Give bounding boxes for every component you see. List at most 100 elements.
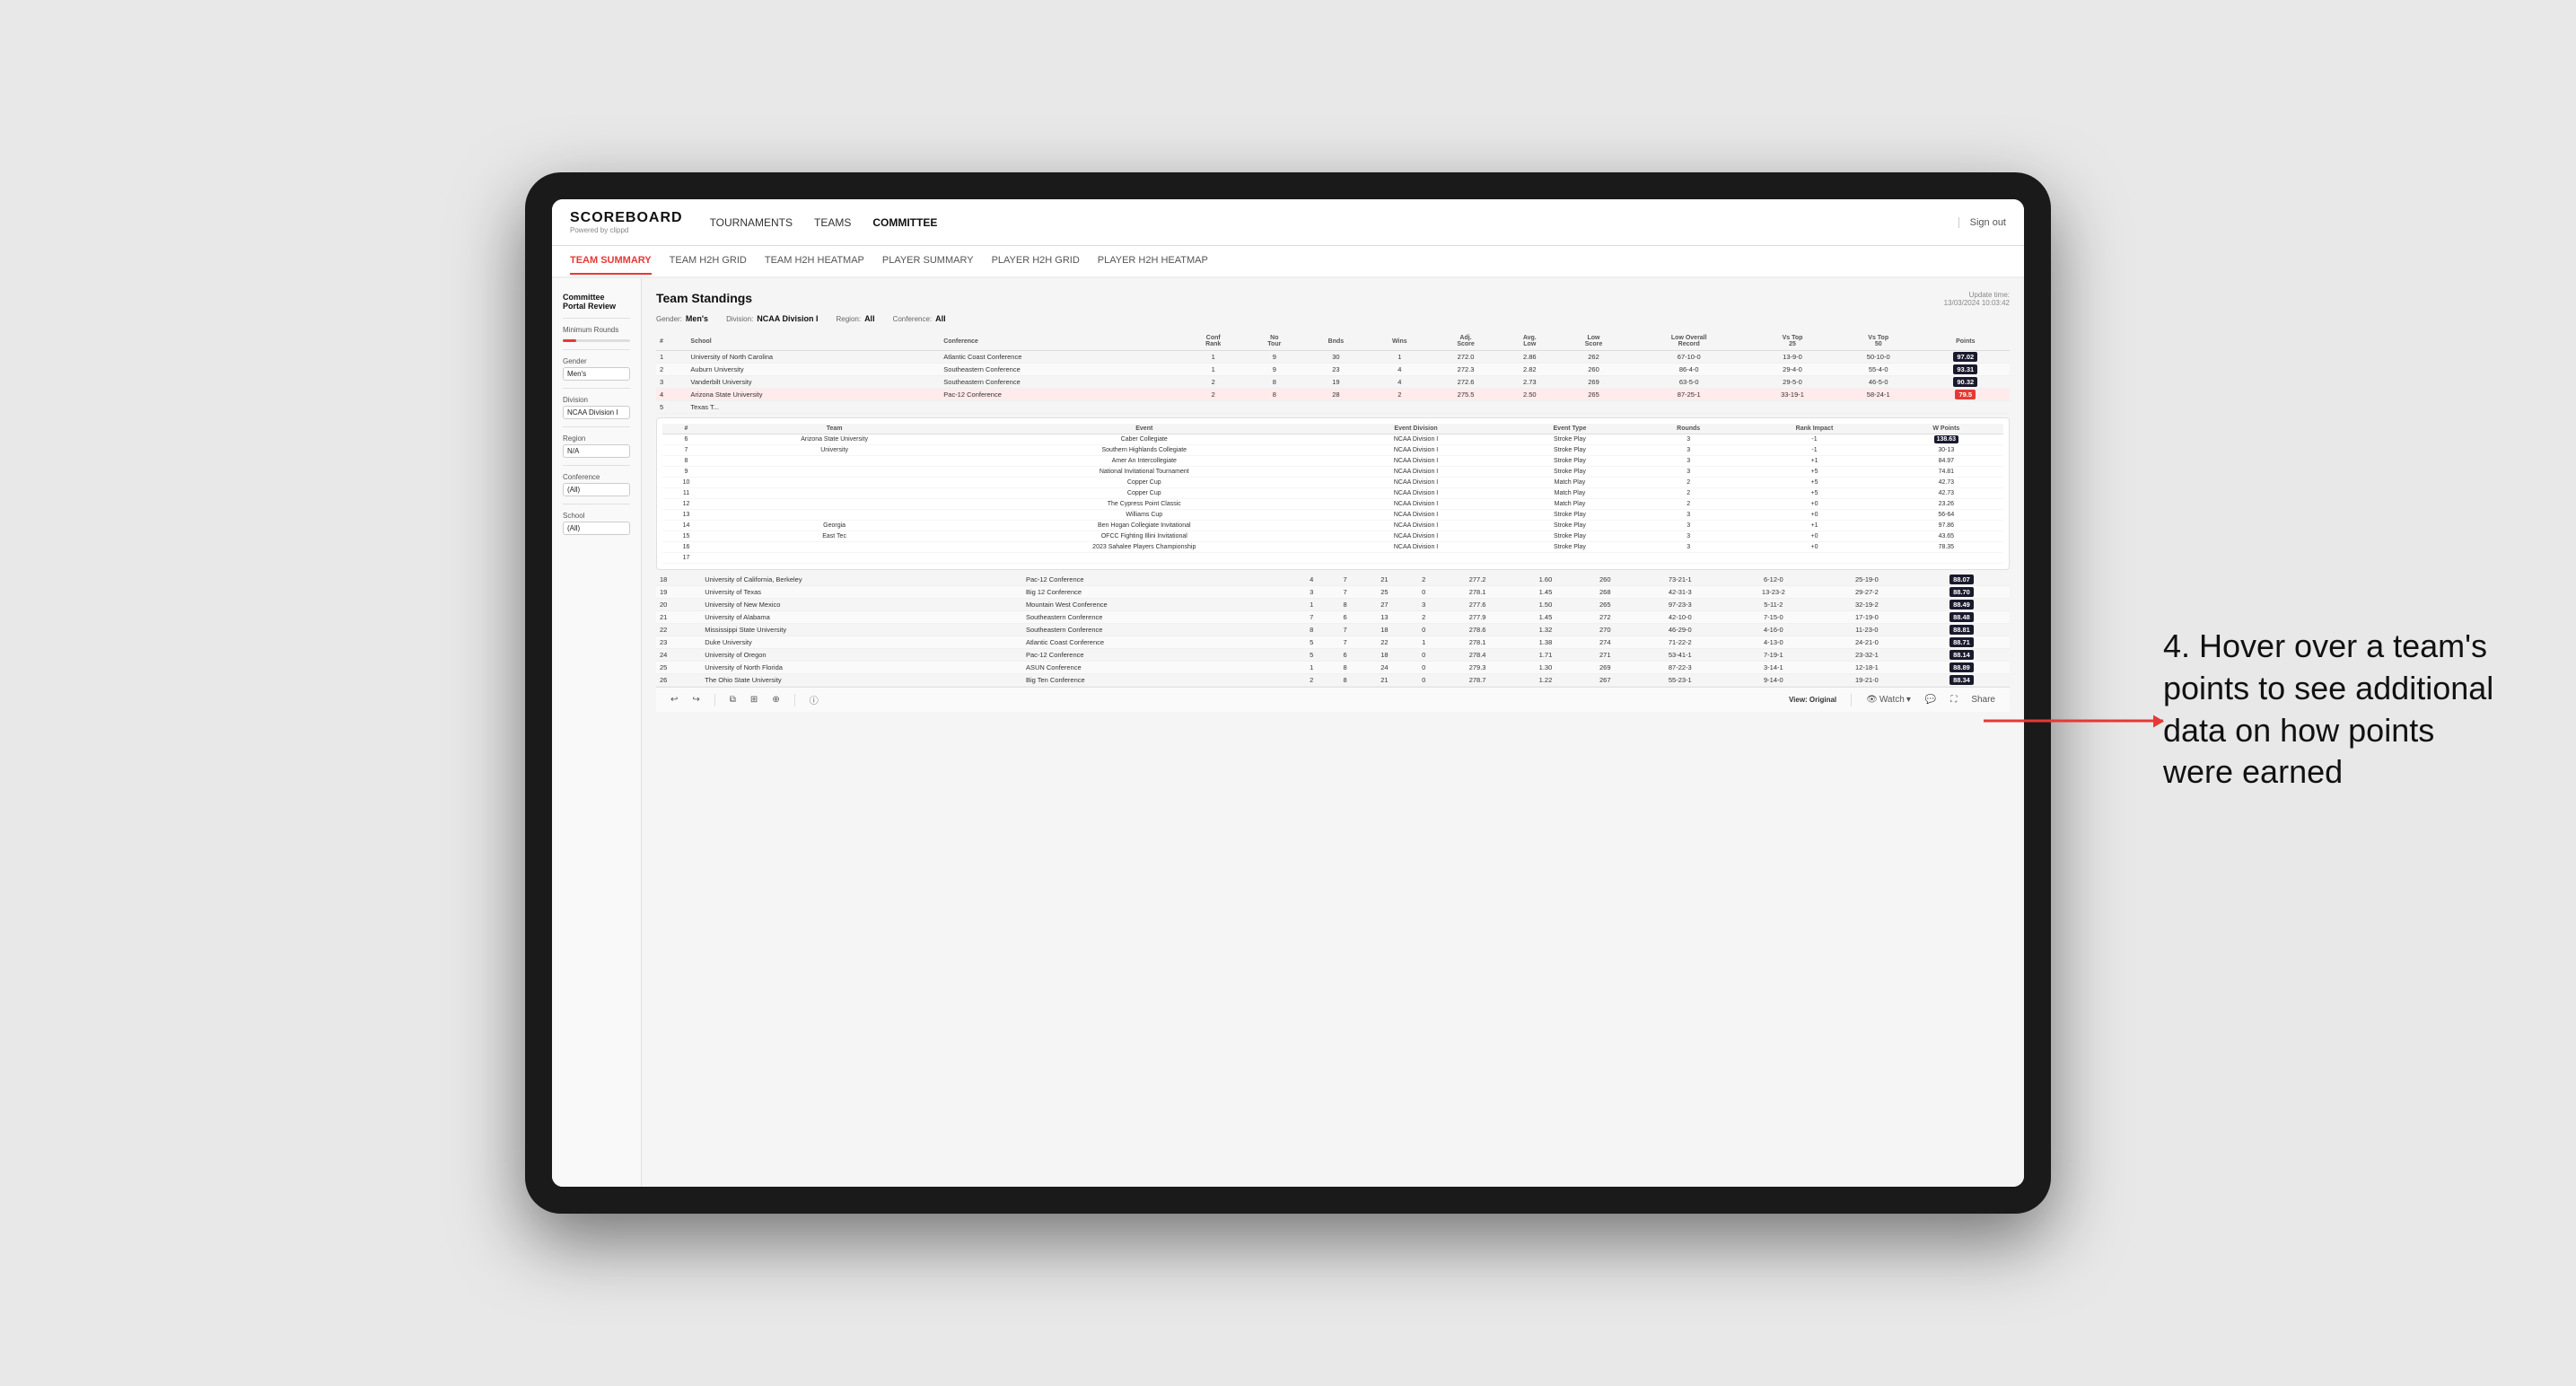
- table-row-highlighted[interactable]: 4 Arizona State University Pac-12 Confer…: [656, 389, 2010, 401]
- col-vs25: Vs Top25: [1749, 332, 1836, 351]
- col-tour: NoTour: [1245, 332, 1303, 351]
- main-content: CommitteePortal Review Minimum Rounds Ge…: [552, 278, 2024, 1187]
- table-row[interactable]: 22 Mississippi State University Southeas…: [656, 624, 2010, 636]
- tab-team-h2h-heatmap[interactable]: TEAM H2H HEATMAP: [765, 248, 864, 275]
- expanded-table: # Team Event Event Division Event Type R…: [662, 424, 2003, 564]
- col-conference: Conference: [940, 332, 1181, 351]
- filter-gender: Gender: Men's: [656, 314, 708, 323]
- expanded-row[interactable]: 17: [662, 553, 2003, 564]
- table-row[interactable]: 25 University of North Florida ASUN Conf…: [656, 662, 2010, 674]
- standings-table: # School Conference ConfRank NoTour Bnds…: [656, 332, 2010, 414]
- col-low-score: LowScore: [1559, 332, 1629, 351]
- col-school: School: [687, 332, 940, 351]
- col-rank: #: [656, 332, 687, 351]
- tab-player-h2h-grid[interactable]: PLAYER H2H GRID: [992, 248, 1080, 275]
- update-time: Update time: 13/03/2024 10:03:42: [1944, 291, 2010, 307]
- info-button[interactable]: ⓘ: [806, 691, 822, 708]
- col-wins: Wins: [1368, 332, 1431, 351]
- col-overall: Low OverallRecord: [1628, 332, 1749, 351]
- data-panel: Team Standings Update time: 13/03/2024 1…: [642, 278, 2024, 1187]
- conference-label: Conference: [563, 473, 630, 481]
- sign-out[interactable]: Sign out: [1958, 217, 2006, 228]
- bottom-toolbar: ↩ ↪ ⧉ ⊞ ⊕ ⓘ View: Original 👁 Watch ▾ 💬: [656, 687, 2010, 712]
- app-logo-sub: Powered by clippd: [570, 226, 683, 234]
- table-row[interactable]: 20 University of New Mexico Mountain Wes…: [656, 599, 2010, 611]
- toolbar-right: View: Original 👁 Watch ▾ 💬 ⛶ Share: [1785, 693, 1999, 706]
- table-row[interactable]: 5 Texas T...: [656, 401, 2010, 414]
- expanded-row[interactable]: 16 2023 Sahalee Players Championship NCA…: [662, 542, 2003, 553]
- top-nav: SCOREBOARD Powered by clippd TOURNAMENTS…: [552, 199, 2024, 246]
- filter-division: Division: NCAA Division I: [726, 314, 818, 323]
- table-row[interactable]: 21 University of Alabama Southeastern Co…: [656, 611, 2010, 624]
- logo-area: SCOREBOARD Powered by clippd: [570, 210, 683, 234]
- school-select[interactable]: (All): [563, 522, 630, 535]
- arrow-line: [1984, 719, 2163, 722]
- expanded-row[interactable]: 11 Copper Cup NCAA Division I Match Play…: [662, 488, 2003, 499]
- min-rounds-slider[interactable]: [563, 339, 630, 342]
- toolbar-sep-1: [714, 694, 715, 706]
- table-row[interactable]: 1 University of North Carolina Atlantic …: [656, 351, 2010, 364]
- expanded-row[interactable]: 15 East Tec OFCC Fighting Illini Invitat…: [662, 531, 2003, 542]
- expanded-row[interactable]: 7 University Southern Highlands Collegia…: [662, 445, 2003, 456]
- tab-player-h2h-heatmap[interactable]: PLAYER H2H HEATMAP: [1098, 248, 1208, 275]
- gender-label: Gender: [563, 357, 630, 365]
- division-label: Division: [563, 396, 630, 404]
- filter-conference: Conference: All: [893, 314, 946, 323]
- lower-standings-table: 18 University of California, Berkeley Pa…: [656, 574, 2010, 687]
- expanded-tooltip: # Team Event Event Division Event Type R…: [656, 417, 2010, 570]
- expanded-row[interactable]: 8 Amer An Intercollegiate NCAA Division …: [662, 456, 2003, 467]
- region-label: Region: [563, 434, 630, 443]
- arrow-container: [1984, 719, 2163, 722]
- view-original-button[interactable]: View: Original: [1785, 694, 1840, 706]
- min-rounds-label: Minimum Rounds: [563, 326, 630, 334]
- inner-app: CommitteePortal Review Minimum Rounds Ge…: [552, 278, 2024, 1187]
- table-row[interactable]: 2 Auburn University Southeastern Confere…: [656, 364, 2010, 376]
- comment-button[interactable]: 💬: [1922, 693, 1940, 706]
- gender-select[interactable]: Men's: [563, 367, 630, 381]
- annotation-text: 4. Hover over a team's points to see add…: [2163, 626, 2504, 794]
- expanded-row[interactable]: 12 The Cypress Point Classic NCAA Divisi…: [662, 499, 2003, 510]
- table-row[interactable]: 23 Duke University Atlantic Coast Confer…: [656, 636, 2010, 649]
- share-button[interactable]: Share: [1967, 693, 1999, 706]
- table-row[interactable]: 26 The Ohio State University Big Ten Con…: [656, 674, 2010, 687]
- fullscreen-button[interactable]: ⛶: [1947, 693, 1960, 706]
- table-row[interactable]: 19 University of Texas Big 12 Conference…: [656, 586, 2010, 599]
- expanded-row[interactable]: 9 National Invitational Tournament NCAA …: [662, 467, 2003, 478]
- expanded-row[interactable]: 14 Georgia Ben Hogan Collegiate Invitati…: [662, 521, 2003, 531]
- expanded-row[interactable]: 10 Copper Cup NCAA Division I Match Play…: [662, 478, 2003, 488]
- table-row[interactable]: 3 Vanderbilt University Southeastern Con…: [656, 376, 2010, 389]
- conference-select[interactable]: (All): [563, 483, 630, 496]
- nav-teams[interactable]: TEAMS: [814, 213, 851, 232]
- nav-committee[interactable]: COMMITTEE: [872, 213, 937, 232]
- col-adj-score: Adj.Score: [1431, 332, 1501, 351]
- toolbar-sep-3: [1851, 694, 1852, 706]
- panel-header: Team Standings Update time: 13/03/2024 1…: [656, 291, 2010, 307]
- expanded-row[interactable]: 6 Arizona State University Caber Collegi…: [662, 434, 2003, 445]
- tablet-screen: SCOREBOARD Powered by clippd TOURNAMENTS…: [552, 199, 2024, 1187]
- sub-nav: TEAM SUMMARY TEAM H2H GRID TEAM H2H HEAT…: [552, 246, 2024, 278]
- copy-button[interactable]: ⧉: [726, 693, 740, 706]
- tab-team-h2h-grid[interactable]: TEAM H2H GRID: [670, 248, 747, 275]
- panel-title: Team Standings: [656, 291, 752, 305]
- region-select[interactable]: N/A: [563, 444, 630, 458]
- table-row[interactable]: 24 University of Oregon Pac-12 Conferenc…: [656, 649, 2010, 662]
- nav-tournaments[interactable]: TOURNAMENTS: [710, 213, 793, 232]
- col-vs50: Vs Top50: [1836, 332, 1922, 351]
- undo-button[interactable]: ↩: [667, 693, 681, 706]
- col-avg-low: Avg.Low: [1501, 332, 1559, 351]
- sidebar-title: CommitteePortal Review: [563, 293, 630, 311]
- tab-player-summary[interactable]: PLAYER SUMMARY: [882, 248, 974, 275]
- app-logo: SCOREBOARD: [570, 210, 683, 226]
- watch-button[interactable]: 👁 Watch ▾: [1862, 693, 1914, 706]
- tablet-shell: SCOREBOARD Powered by clippd TOURNAMENTS…: [525, 172, 2051, 1214]
- tab-team-summary[interactable]: TEAM SUMMARY: [570, 248, 652, 275]
- division-select[interactable]: NCAA Division I: [563, 406, 630, 419]
- sidebar: CommitteePortal Review Minimum Rounds Ge…: [552, 278, 642, 1187]
- nav-links: TOURNAMENTS TEAMS COMMITTEE: [710, 213, 1958, 232]
- table-row[interactable]: 18 University of California, Berkeley Pa…: [656, 574, 2010, 586]
- filter-row: Gender: Men's Division: NCAA Division I …: [656, 314, 2010, 323]
- redo-button[interactable]: ↪: [688, 693, 703, 706]
- grid-button[interactable]: ⊞: [747, 693, 761, 706]
- add-button[interactable]: ⊕: [768, 693, 783, 706]
- expanded-row[interactable]: 13 Williams Cup NCAA Division I Stroke P…: [662, 510, 2003, 521]
